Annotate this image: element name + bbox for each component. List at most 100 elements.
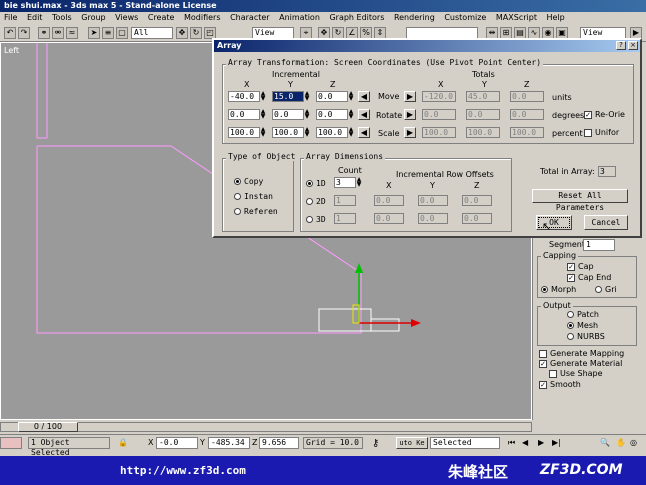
rotate-left-arrow-icon[interactable]: ◀ — [358, 109, 370, 120]
link-icon[interactable]: ⚭ — [38, 27, 50, 39]
z-coordinate[interactable]: 9.656 — [259, 437, 299, 449]
segments-input[interactable]: 1 — [583, 239, 615, 251]
key-mode-combo[interactable]: Selected — [430, 437, 500, 449]
x-coordinate[interactable]: -0.0 — [156, 437, 198, 449]
move-tot-y[interactable]: 45.0 — [466, 91, 500, 102]
reference-radio[interactable]: Referen — [234, 207, 278, 216]
menu-create[interactable]: Create — [148, 13, 175, 22]
orbit-icon[interactable]: ◎ — [630, 438, 637, 447]
move-inc-x[interactable]: -40.0 — [228, 91, 260, 102]
spinner-arrows-icon[interactable]: ▲ ▼ — [348, 91, 354, 102]
move-tot-x[interactable]: -120.0 — [422, 91, 456, 102]
prev-frame-icon[interactable]: ◀ — [522, 438, 528, 447]
dim-1d-radio[interactable]: 1D — [306, 179, 326, 188]
time-slider-track[interactable] — [0, 422, 532, 432]
move-right-arrow-icon[interactable]: ▶ — [404, 91, 416, 102]
grid-radio[interactable]: Gri — [595, 285, 617, 294]
time-slider-thumb[interactable]: 0 / 100 — [18, 422, 78, 432]
scale-left-arrow-icon[interactable]: ◀ — [358, 127, 370, 138]
rotate-tot-x[interactable]: 0.0 — [422, 109, 456, 120]
re-orient-check[interactable]: ✓ Re-Orie — [584, 110, 625, 119]
auto-key-button[interactable]: uto Ke — [396, 437, 428, 449]
menu-customize[interactable]: Customize — [444, 13, 486, 22]
pan-icon[interactable]: ✋ — [616, 438, 626, 447]
spinner-arrows-icon[interactable]: ▲ ▼ — [304, 127, 310, 138]
next-frame-icon[interactable]: ▶| — [552, 438, 561, 447]
menu-maxscript[interactable]: MAXScript — [496, 13, 537, 22]
play-icon[interactable]: ▶ — [538, 438, 544, 447]
menu-file[interactable]: File — [4, 13, 17, 22]
zoom-icon[interactable]: 🔍 — [600, 438, 610, 447]
rotate-tot-y[interactable]: 0.0 — [466, 109, 500, 120]
undo-icon[interactable]: ↶ — [4, 27, 16, 39]
use-shape-check[interactable]: Use Shape — [549, 369, 603, 378]
cancel-button[interactable]: Cancel — [584, 215, 628, 230]
dim-1d-count[interactable]: 3 — [334, 177, 356, 188]
menu-edit[interactable]: Edit — [27, 13, 43, 22]
rotate-inc-z[interactable]: 0.0 — [316, 109, 348, 120]
move-inc-z[interactable]: 0.0 — [316, 91, 348, 102]
move-inc-y[interactable]: 15.0 — [272, 91, 304, 102]
dim-2d-offset-y[interactable]: 0.0 — [418, 195, 448, 206]
cap-end-check[interactable]: ✓ Cap End — [567, 273, 611, 282]
patch-radio[interactable]: Patch — [567, 310, 599, 319]
copy-radio[interactable]: Copy — [234, 177, 263, 186]
menu-views[interactable]: Views — [115, 13, 138, 22]
scale-inc-x[interactable]: 100.0 — [228, 127, 260, 138]
menu-rendering[interactable]: Rendering — [394, 13, 435, 22]
spinner-arrows-icon[interactable]: ▲ ▼ — [356, 177, 362, 188]
scale-inc-z[interactable]: 100.0 — [316, 127, 348, 138]
dim-3d-offset-y[interactable]: 0.0 — [418, 213, 448, 224]
dim-2d-radio[interactable]: 2D — [306, 197, 326, 206]
spinner-arrows-icon[interactable]: ▲ ▼ — [348, 109, 354, 120]
spinner-arrows-icon[interactable]: ▲ ▼ — [304, 91, 310, 102]
cap-start-check[interactable]: ✓ Cap — [567, 262, 594, 271]
close-icon[interactable]: × — [628, 41, 638, 50]
menu-group[interactable]: Group — [81, 13, 105, 22]
select-rotate-icon[interactable]: ↻ — [190, 27, 202, 39]
menu-tools[interactable]: Tools — [52, 13, 72, 22]
rotate-tot-z[interactable]: 0.0 — [510, 109, 544, 120]
spinner-arrows-icon[interactable]: ▲ ▼ — [260, 91, 266, 102]
rotate-right-arrow-icon[interactable]: ▶ — [404, 109, 416, 120]
scale-tot-z[interactable]: 100.0 — [510, 127, 544, 138]
rotate-inc-x[interactable]: 0.0 — [228, 109, 260, 120]
nurbs-radio[interactable]: NURBS — [567, 332, 605, 341]
redo-icon[interactable]: ↷ — [18, 27, 30, 39]
menu-modifiers[interactable]: Modifiers — [184, 13, 221, 22]
y-coordinate[interactable]: -485.34 — [208, 437, 250, 449]
scale-tot-x[interactable]: 100.0 — [422, 127, 456, 138]
menu-help[interactable]: Help — [547, 13, 565, 22]
viewport-label[interactable]: Left — [4, 46, 19, 55]
menu-character[interactable]: Character — [230, 13, 270, 22]
rotate-inc-y[interactable]: 0.0 — [272, 109, 304, 120]
go-start-icon[interactable]: ⏮ — [508, 438, 515, 448]
dim-3d-radio[interactable]: 3D — [306, 215, 326, 224]
move-tot-z[interactable]: 0.0 — [510, 91, 544, 102]
spinner-arrows-icon[interactable]: ▲ ▼ — [260, 127, 266, 138]
dim-3d-count[interactable]: 1 — [334, 213, 356, 224]
selection-filter-combo[interactable]: All — [131, 27, 173, 39]
menu-animation[interactable]: Animation — [279, 13, 320, 22]
generate-material-check[interactable]: ✓ Generate Material — [539, 359, 622, 368]
scale-tot-y[interactable]: 100.0 — [466, 127, 500, 138]
scale-right-arrow-icon[interactable]: ▶ — [404, 127, 416, 138]
uniform-check[interactable]: Unifor — [584, 128, 619, 137]
region-select-icon[interactable]: ▢ — [116, 27, 128, 39]
select-icon[interactable]: ➤ — [88, 27, 100, 39]
dim-2d-count[interactable]: 1 — [334, 195, 356, 206]
help-icon[interactable]: ? — [616, 41, 626, 50]
menu-graph-editors[interactable]: Graph Editors — [329, 13, 384, 22]
select-move-icon[interactable]: ✥ — [176, 27, 188, 39]
generate-mapping-check[interactable]: Generate Mapping — [539, 349, 624, 358]
maxscript-listener[interactable] — [0, 437, 22, 449]
scale-inc-y[interactable]: 100.0 — [272, 127, 304, 138]
spinner-arrows-icon[interactable]: ▲ ▼ — [348, 127, 354, 138]
spinner-arrows-icon[interactable]: ▲ ▼ — [260, 109, 266, 120]
morph-radio[interactable]: Morph — [541, 285, 576, 294]
spinner-arrows-icon[interactable]: ▲ ▼ — [304, 109, 310, 120]
select-by-name-icon[interactable]: ≡ — [102, 27, 114, 39]
mesh-radio[interactable]: Mesh — [567, 321, 598, 330]
unlink-icon[interactable]: ⚮ — [52, 27, 64, 39]
smooth-check[interactable]: ✓ Smooth — [539, 380, 581, 389]
